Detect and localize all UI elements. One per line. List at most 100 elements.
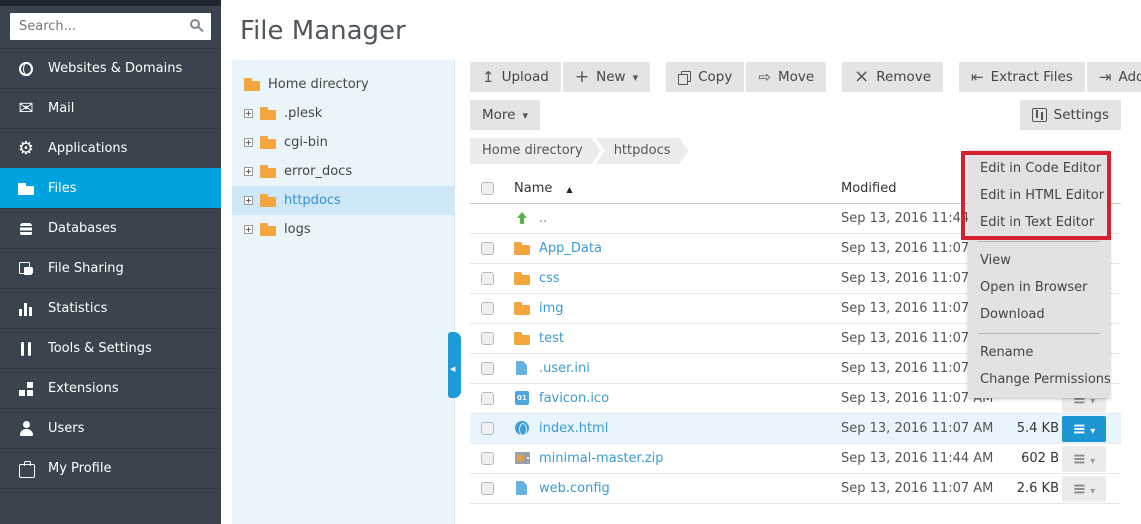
row-menu-button[interactable] xyxy=(1062,446,1106,472)
context-menu-item[interactable] xyxy=(978,241,1100,242)
row-checkbox[interactable] xyxy=(481,392,494,405)
row-checkbox[interactable] xyxy=(481,242,494,255)
sidebar-item[interactable]: Statistics xyxy=(0,288,221,328)
sidebar-item[interactable]: Websites & Domains xyxy=(0,48,221,88)
settings-button[interactable]: Settings xyxy=(1020,100,1121,130)
copy-button[interactable]: Copy xyxy=(666,62,744,92)
archive-icon xyxy=(1099,68,1112,86)
toolbar-group-remove: Remove xyxy=(842,62,943,92)
context-menu-item[interactable]: Rename xyxy=(968,339,1110,366)
file-icon xyxy=(514,481,531,496)
context-menu-item[interactable]: Open in Browser xyxy=(968,274,1110,301)
tree-item[interactable]: Home directory xyxy=(232,70,454,99)
sidebar-item-label: Extensions xyxy=(48,381,119,396)
file-name-link[interactable]: css xyxy=(539,271,560,286)
breadcrumb-item[interactable]: Home directory xyxy=(470,138,601,164)
sidebar-item[interactable]: My Profile xyxy=(0,448,221,488)
file-row[interactable]: index.html Sep 13, 2016 11:07 AM 5.4 KB xyxy=(470,414,1121,444)
row-checkbox[interactable] xyxy=(481,302,494,315)
tree-item[interactable]: httpdocs xyxy=(232,186,454,215)
search-input[interactable] xyxy=(10,13,211,40)
folder-icon xyxy=(514,271,531,286)
sidebar-item[interactable]: Applications xyxy=(0,128,221,168)
tree-item-label: logs xyxy=(284,222,311,237)
plus-icon xyxy=(575,71,589,84)
hamburger-menu-icon xyxy=(1073,419,1086,438)
select-all-checkbox[interactable] xyxy=(481,182,494,195)
file-name-link[interactable]: favicon.ico xyxy=(539,391,609,406)
toolbar-row-2: More Settings xyxy=(470,100,1121,130)
tree-item[interactable]: cgi-bin xyxy=(232,128,454,157)
sidebar-item-label: Websites & Domains xyxy=(48,61,182,76)
tools-icon xyxy=(17,340,35,358)
file-row[interactable]: web.config Sep 13, 2016 11:07 AM 2.6 KB xyxy=(470,474,1121,504)
context-menu-item[interactable]: View xyxy=(968,247,1110,274)
remove-button[interactable]: Remove xyxy=(842,62,943,92)
add-to-archive-button[interactable]: Add to Archive xyxy=(1087,62,1141,92)
context-menu-item[interactable]: Download xyxy=(968,301,1110,328)
tree-item-label: Home directory xyxy=(268,77,369,92)
tree-item[interactable]: error_docs xyxy=(232,157,454,186)
file-name-link[interactable]: .user.ini xyxy=(539,361,590,376)
sidebar-item[interactable]: Files xyxy=(0,168,221,208)
sidebar-item[interactable]: Databases xyxy=(0,208,221,248)
folder-icon xyxy=(514,301,531,316)
file-name-link[interactable]: .. xyxy=(539,211,547,226)
tree-collapse-handle[interactable] xyxy=(448,332,461,398)
context-menu-item[interactable]: Edit in HTML Editor xyxy=(968,182,1110,209)
tree-item[interactable]: .plesk xyxy=(232,99,454,128)
more-button[interactable]: More xyxy=(470,100,540,130)
breadcrumb-item[interactable]: httpdocs xyxy=(596,138,689,164)
new-label: New xyxy=(596,69,625,85)
file-name-link[interactable]: img xyxy=(539,301,564,316)
move-button[interactable]: Move xyxy=(746,62,826,92)
row-checkbox[interactable] xyxy=(481,452,494,465)
sidebar-item[interactable]: Mail xyxy=(0,88,221,128)
tree-item-label: error_docs xyxy=(284,164,352,179)
folder-icon xyxy=(260,222,277,237)
expand-icon[interactable] xyxy=(244,225,253,234)
file-row[interactable]: minimal-master.zip Sep 13, 2016 11:44 AM… xyxy=(470,444,1121,474)
user-icon xyxy=(17,420,35,438)
expand-icon[interactable] xyxy=(244,167,253,176)
file-name-link[interactable]: test xyxy=(539,331,564,346)
column-header-name[interactable]: Name xyxy=(514,181,552,196)
row-checkbox[interactable] xyxy=(481,272,494,285)
sidebar-item[interactable]: Tools & Settings xyxy=(0,328,221,368)
expand-icon[interactable] xyxy=(244,196,253,205)
context-menu: Edit in Code Editor Edit in HTML Editor … xyxy=(968,150,1110,398)
file-size: 2.6 KB xyxy=(1001,481,1059,496)
sidebar-item-label: File Sharing xyxy=(48,261,124,276)
sidebar-item[interactable]: File Sharing xyxy=(0,248,221,288)
file-name-link[interactable]: minimal-master.zip xyxy=(539,451,664,466)
row-checkbox[interactable] xyxy=(481,482,494,495)
file-name-link[interactable]: index.html xyxy=(539,421,608,436)
expand-icon[interactable] xyxy=(244,109,253,118)
more-label: More xyxy=(482,107,515,123)
new-button[interactable]: New xyxy=(563,62,650,92)
sidebar-item[interactable]: Extensions xyxy=(0,368,221,408)
caret-down-icon xyxy=(1090,449,1095,468)
upload-button[interactable]: Upload xyxy=(470,62,561,92)
row-menu-button[interactable] xyxy=(1062,416,1106,442)
row-menu-button[interactable] xyxy=(1062,476,1106,502)
tree-item[interactable]: logs xyxy=(232,215,454,244)
row-checkbox[interactable] xyxy=(481,362,494,375)
search-icon[interactable] xyxy=(190,19,200,29)
extract-files-button[interactable]: Extract Files xyxy=(959,62,1085,92)
file-name-link[interactable]: App_Data xyxy=(539,241,602,256)
expand-icon[interactable] xyxy=(244,138,253,147)
file-name-link[interactable]: web.config xyxy=(539,481,610,496)
context-menu-item[interactable] xyxy=(978,333,1100,334)
file-modified: Sep 13, 2016 11:07 AM xyxy=(841,481,1001,496)
settings-icon xyxy=(1032,108,1047,122)
context-menu-item[interactable]: Edit in Code Editor xyxy=(968,155,1110,182)
move-label: Move xyxy=(778,69,814,85)
context-menu-item[interactable]: Change Permissions xyxy=(968,366,1110,393)
row-checkbox[interactable] xyxy=(481,422,494,435)
sidebar-item[interactable]: Users xyxy=(0,408,221,448)
globe-icon xyxy=(17,60,35,78)
row-checkbox[interactable] xyxy=(481,332,494,345)
file-modified: Sep 13, 2016 11:44 AM xyxy=(841,451,1001,466)
context-menu-item[interactable]: Edit in Text Editor xyxy=(968,209,1110,236)
